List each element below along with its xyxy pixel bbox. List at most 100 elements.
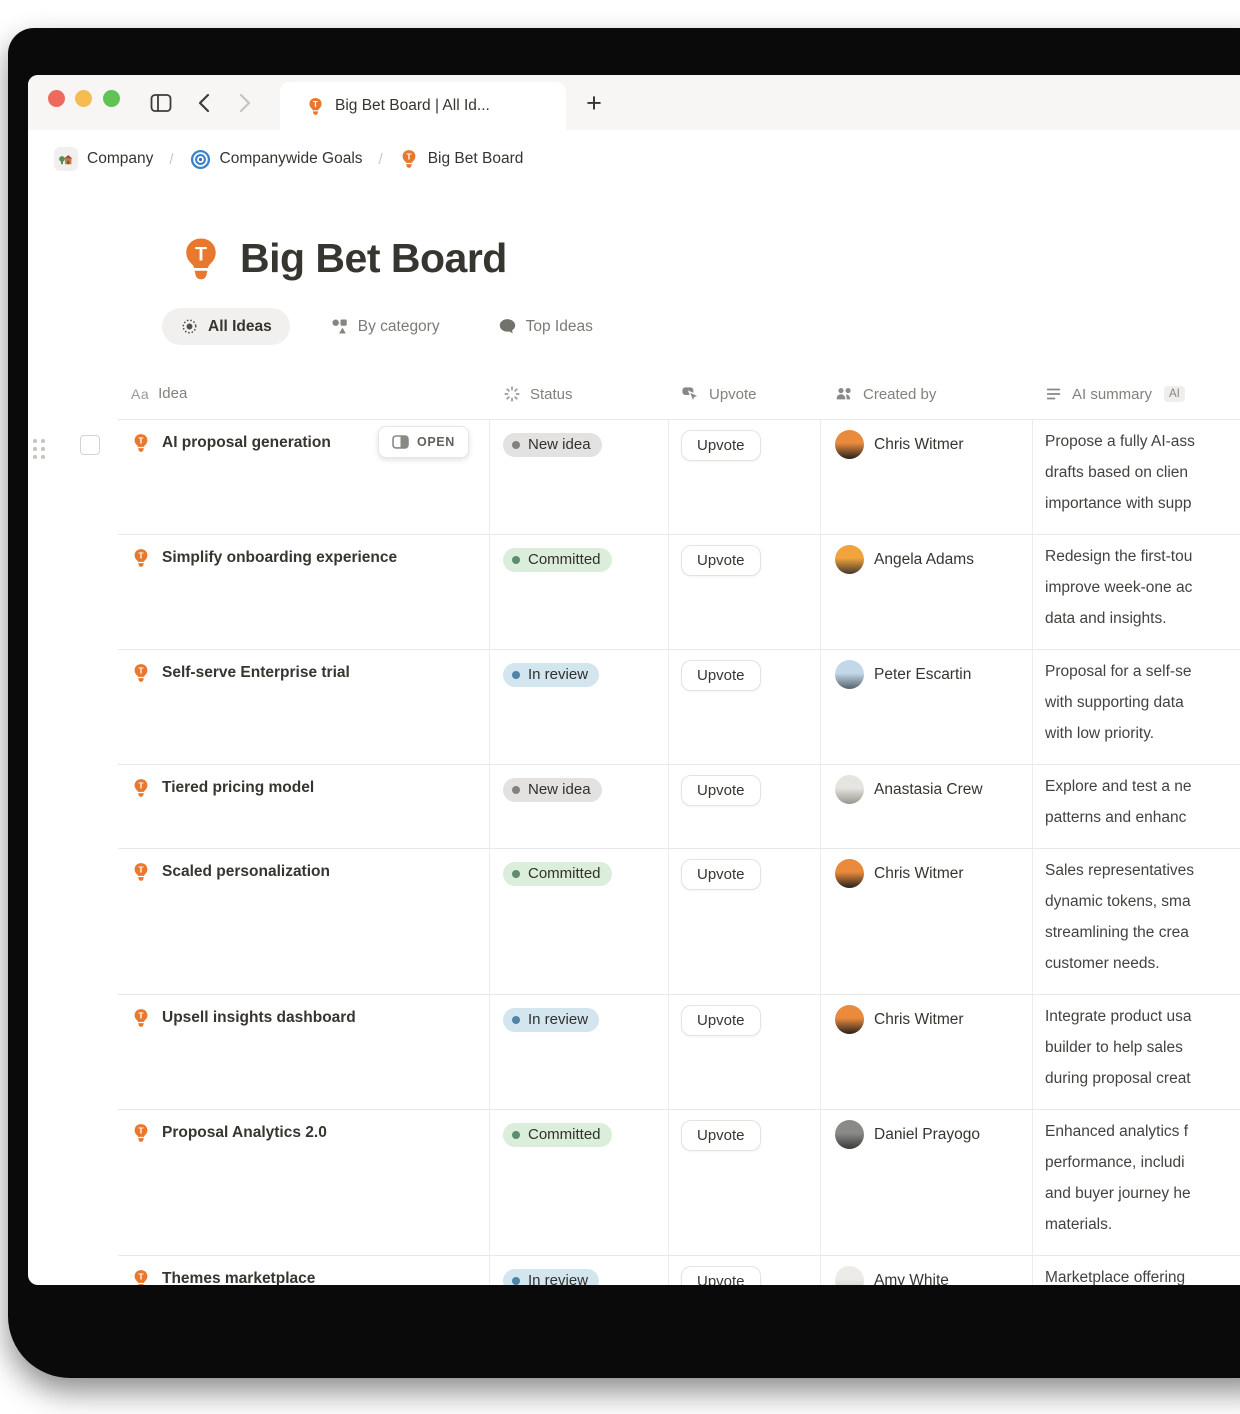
breadcrumb-item[interactable]: Companywide Goals bbox=[186, 146, 367, 173]
ai-summary-line: materials. bbox=[1045, 1209, 1112, 1240]
forward-icon[interactable] bbox=[230, 88, 260, 118]
upvote-button[interactable]: Upvote bbox=[681, 660, 761, 691]
breadcrumb-item[interactable]: TBig Bet Board bbox=[395, 146, 528, 172]
table-row[interactable]: T Upsell insights dashboard In review Upv… bbox=[28, 995, 1240, 1110]
ai-summary-line: Redesign the first-tou bbox=[1045, 541, 1192, 572]
view-tab-label: Top Ideas bbox=[526, 318, 593, 336]
sidebar-toggle-icon[interactable] bbox=[146, 88, 176, 118]
drag-handle[interactable] bbox=[33, 439, 45, 461]
status-label: Committed bbox=[528, 551, 601, 568]
back-icon[interactable] bbox=[188, 88, 218, 118]
upvote-button[interactable]: Upvote bbox=[681, 1120, 761, 1151]
upvote-button[interactable]: Upvote bbox=[681, 775, 761, 806]
upvote-button[interactable]: Upvote bbox=[681, 545, 761, 576]
idea-cell[interactable]: T Themes marketplace bbox=[131, 1269, 315, 1285]
svg-text:T: T bbox=[138, 1126, 144, 1136]
view-tab-by-category[interactable]: By category bbox=[312, 308, 458, 345]
idea-cell[interactable]: T Self-serve Enterprise trial bbox=[131, 663, 350, 683]
creator-cell[interactable]: Chris Witmer bbox=[835, 1005, 964, 1034]
view-tab-top-ideas[interactable]: Top Ideas bbox=[480, 308, 611, 345]
status-badge[interactable]: New idea bbox=[503, 433, 602, 457]
status-badge[interactable]: Committed bbox=[503, 862, 612, 886]
window-tab-bar: T Big Bet Board | All Id... + bbox=[28, 75, 1240, 130]
upvote-button[interactable]: Upvote bbox=[681, 1005, 761, 1036]
column-header-created-by[interactable]: Created by bbox=[835, 385, 936, 404]
idea-cell[interactable]: T Scaled personalization bbox=[131, 862, 330, 882]
ai-summary-line: with supporting data bbox=[1045, 687, 1184, 718]
table-header: AaIdea Status Upvote Created by AI summaryAI bbox=[28, 375, 1240, 420]
idea-title: Themes marketplace bbox=[162, 1270, 315, 1285]
table-row[interactable]: T Scaled personalization Committed Upvote… bbox=[28, 849, 1240, 995]
status-badge[interactable]: In review bbox=[503, 1269, 599, 1285]
view-tab-all-ideas[interactable]: All Ideas bbox=[162, 308, 290, 345]
svg-text:T: T bbox=[138, 781, 144, 791]
avatar bbox=[835, 660, 864, 689]
svg-text:T: T bbox=[138, 551, 144, 561]
table-row[interactable]: T Themes marketplace In review Upvote Amy… bbox=[28, 1256, 1240, 1285]
column-header-status[interactable]: Status bbox=[503, 385, 573, 403]
ai-summary-line: importance with supp bbox=[1045, 488, 1191, 519]
column-divider bbox=[668, 849, 669, 995]
creator-cell[interactable]: Chris Witmer bbox=[835, 859, 964, 888]
lightbulb-icon: T bbox=[131, 862, 151, 882]
open-button[interactable]: OPEN bbox=[378, 426, 469, 458]
new-tab-button[interactable]: + bbox=[576, 85, 612, 121]
sun-icon bbox=[180, 317, 199, 336]
column-header-ai-summary[interactable]: AI summaryAI bbox=[1045, 385, 1185, 403]
idea-cell[interactable]: T Simplify onboarding experience bbox=[131, 548, 397, 568]
table-row[interactable]: T AI proposal generation OPEN New idea Up… bbox=[28, 420, 1240, 535]
idea-cell[interactable]: T AI proposal generation bbox=[131, 433, 331, 453]
view-tabs: All Ideas By category Top Ideas bbox=[162, 308, 611, 345]
table-row[interactable]: T Proposal Analytics 2.0 Committed Upvote… bbox=[28, 1110, 1240, 1256]
creator-cell[interactable]: Amy White bbox=[835, 1266, 949, 1285]
table-row[interactable]: T Self-serve Enterprise trial In review U… bbox=[28, 650, 1240, 765]
column-divider bbox=[668, 1256, 669, 1285]
idea-cell[interactable]: T Proposal Analytics 2.0 bbox=[131, 1123, 327, 1143]
status-badge[interactable]: Committed bbox=[503, 1123, 612, 1147]
column-header-label: Status bbox=[530, 386, 573, 403]
column-header-idea[interactable]: AaIdea bbox=[131, 385, 187, 402]
creator-cell[interactable]: Angela Adams bbox=[835, 545, 974, 574]
column-header-label: Idea bbox=[158, 385, 187, 402]
ai-summary-line: improve week-one ac bbox=[1045, 572, 1192, 603]
upvote-button[interactable]: Upvote bbox=[681, 1266, 761, 1285]
minimize-window-button[interactable] bbox=[75, 90, 92, 107]
lightbulb-icon: T bbox=[131, 548, 151, 568]
status-badge[interactable]: In review bbox=[503, 663, 599, 687]
breadcrumb: Company/Companywide Goals/TBig Bet Board bbox=[50, 137, 527, 181]
idea-cell[interactable]: T Upsell insights dashboard bbox=[131, 1008, 356, 1028]
column-divider bbox=[1032, 765, 1033, 849]
ai-summary-line: dynamic tokens, sma bbox=[1045, 886, 1191, 917]
creator-cell[interactable]: Peter Escartin bbox=[835, 660, 971, 689]
status-label: Committed bbox=[528, 1126, 601, 1143]
upvote-button[interactable]: Upvote bbox=[681, 430, 761, 461]
lightbulb-icon: T bbox=[131, 1123, 151, 1143]
creator-cell[interactable]: Anastasia Crew bbox=[835, 775, 983, 804]
column-divider bbox=[1032, 1110, 1033, 1256]
row-checkbox[interactable] bbox=[80, 435, 100, 455]
svg-text:T: T bbox=[406, 152, 412, 162]
breadcrumb-item[interactable]: Company bbox=[50, 144, 157, 174]
browser-tab[interactable]: T Big Bet Board | All Id... bbox=[280, 82, 566, 130]
upvote-button[interactable]: Upvote bbox=[681, 859, 761, 890]
status-dot-icon bbox=[512, 556, 520, 564]
creator-cell[interactable]: Daniel Prayogo bbox=[835, 1120, 980, 1149]
close-window-button[interactable] bbox=[48, 90, 65, 107]
svg-text:T: T bbox=[138, 1011, 144, 1021]
status-badge[interactable]: Committed bbox=[503, 548, 612, 572]
idea-cell[interactable]: T Tiered pricing model bbox=[131, 778, 314, 798]
zoom-window-button[interactable] bbox=[103, 90, 120, 107]
creator-cell[interactable]: Chris Witmer bbox=[835, 430, 964, 459]
lightbulb-icon: T bbox=[131, 1008, 151, 1028]
svg-text:T: T bbox=[138, 865, 144, 875]
ai-badge: AI bbox=[1164, 386, 1185, 402]
status-dot-icon bbox=[512, 870, 520, 878]
table-row[interactable]: T Tiered pricing model New idea Upvote An… bbox=[28, 765, 1240, 849]
app-window: T Big Bet Board | All Id... + Company/Co… bbox=[28, 75, 1240, 1285]
status-badge[interactable]: In review bbox=[503, 1008, 599, 1032]
open-button-label: OPEN bbox=[417, 435, 455, 449]
column-header-upvote[interactable]: Upvote bbox=[681, 385, 757, 404]
table-row[interactable]: T Simplify onboarding experience Committ… bbox=[28, 535, 1240, 650]
status-badge[interactable]: New idea bbox=[503, 778, 602, 802]
column-divider bbox=[820, 1256, 821, 1285]
